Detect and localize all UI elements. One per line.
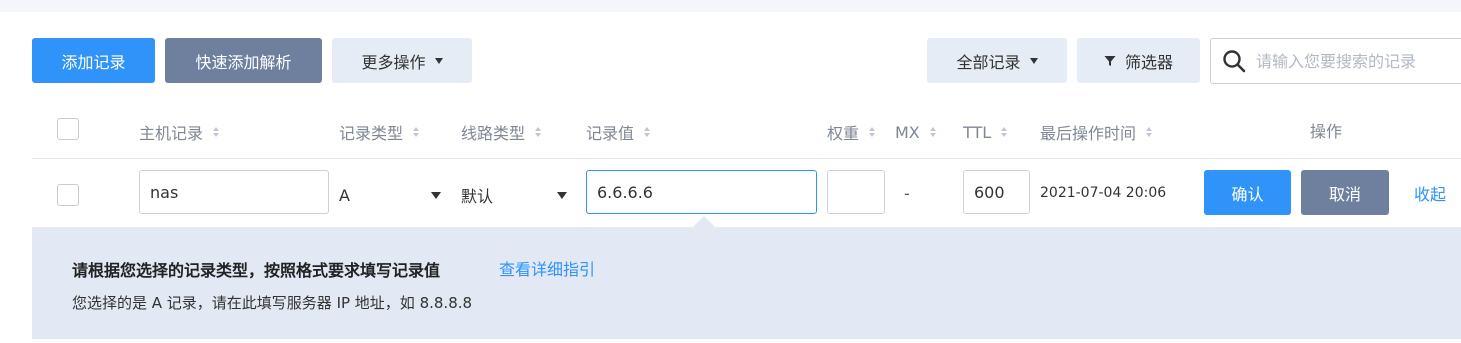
header-actions: 操作 [1310,118,1342,142]
filter-button[interactable]: 筛选器 [1077,38,1200,83]
hint-pointer [693,216,715,227]
weight-input[interactable] [827,170,885,214]
hint-panel: 请根据您选择的记录类型，按照格式要求填写记录值 查看详细指引 您选择的是 A 记… [32,227,1461,339]
guide-link[interactable]: 查看详细指引 [499,256,595,280]
sort-icon [535,127,542,137]
caret-down-icon [431,191,441,199]
cancel-label: 取消 [1328,184,1361,204]
add-record-label: 添加记录 [61,52,126,72]
sort-icon [869,127,876,137]
add-record-button[interactable]: 添加记录 [32,38,155,83]
all-records-label: 全部记录 [956,52,1021,72]
header-value[interactable]: 记录值 [586,120,651,144]
line-type-select[interactable]: 默认 [461,173,567,217]
record-value-input[interactable]: 6.6.6.6 [586,170,817,214]
sort-icon [213,127,220,137]
more-actions-dropdown[interactable]: 更多操作 [332,38,472,83]
quick-add-button[interactable]: 快速添加解析 [165,38,322,83]
record-value-text: 6.6.6.6 [597,182,653,202]
caret-down-icon [557,191,567,199]
header-host[interactable]: 主机记录 [139,120,220,144]
select-all-checkbox[interactable] [57,118,79,140]
sort-icon [929,127,936,137]
header-line[interactable]: 线路类型 [461,120,542,144]
header-value-label: 记录值 [586,124,635,143]
header-type-label: 记录类型 [339,124,404,143]
ttl-value: 600 [974,182,1005,202]
header-type[interactable]: 记录类型 [339,120,420,144]
top-strip [0,0,1461,12]
header-last-modified-label: 最后操作时间 [1040,124,1137,143]
caret-down-icon [434,57,443,64]
record-type-value: A [339,185,350,205]
host-value: nas [150,182,179,202]
last-modified-time: 2021-07-04 20:06 [1040,185,1167,201]
header-ttl[interactable]: TTL [963,120,1008,144]
all-records-dropdown[interactable]: 全部记录 [927,38,1067,83]
header-divider [32,158,1461,159]
sort-icon [1146,127,1153,137]
sort-icon [413,127,420,137]
caret-down-icon [1029,57,1038,64]
filter-label: 筛选器 [1124,52,1173,72]
mx-value: - [904,184,910,203]
more-actions-label: 更多操作 [361,52,426,72]
confirm-button[interactable]: 确认 [1204,170,1291,215]
hint-description: 您选择的是 A 记录，请在此填写服务器 IP 地址，如 8.8.8.8 [72,294,473,312]
header-line-label: 线路类型 [461,124,526,143]
filter-icon [1104,55,1116,66]
header-mx[interactable]: MX [895,120,936,144]
header-weight-label: 权重 [827,124,860,143]
header-actions-label: 操作 [1310,122,1343,141]
header-mx-label: MX [895,122,920,142]
sort-icon [644,127,651,137]
quick-add-label: 快速添加解析 [195,52,292,72]
confirm-label: 确认 [1231,184,1264,204]
row-checkbox[interactable] [57,184,79,206]
header-ttl-label: TTL [963,122,992,142]
collapse-link[interactable]: 收起 [1414,181,1446,205]
cancel-button[interactable]: 取消 [1301,170,1389,215]
header-last-modified[interactable]: 最后操作时间 [1040,120,1153,144]
record-type-select[interactable]: A [339,173,441,217]
search-icon [1223,50,1246,73]
search-input[interactable] [1256,51,1456,71]
line-type-value: 默认 [461,187,494,206]
header-host-label: 主机记录 [139,124,204,143]
ttl-input[interactable]: 600 [963,170,1030,214]
search-box[interactable] [1210,38,1461,84]
sort-icon [1001,127,1008,137]
host-input[interactable]: nas [139,170,329,214]
header-weight[interactable]: 权重 [827,120,876,144]
hint-title: 请根据您选择的记录类型，按照格式要求填写记录值 [72,261,441,280]
